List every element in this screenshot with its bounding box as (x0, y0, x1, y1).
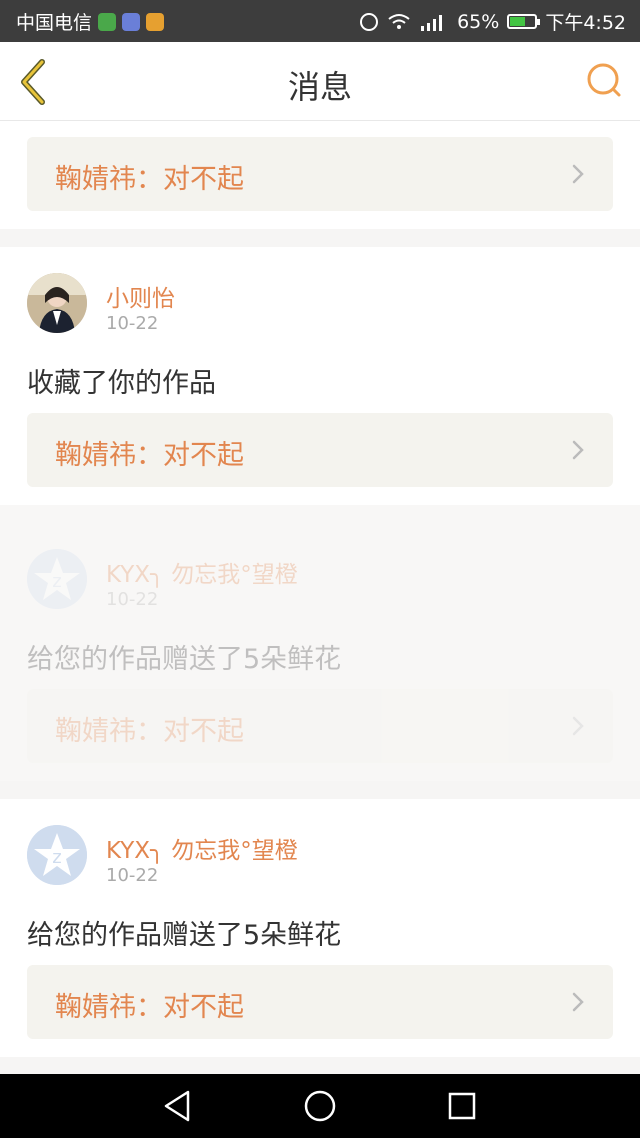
svg-text:z: z (52, 571, 61, 592)
carrier-label: 中国电信 (16, 12, 93, 34)
reply-text: 鞠婧祎：对不起 (55, 164, 244, 195)
qzone-avatar-icon: z (27, 549, 87, 609)
message-date: 10-22 (106, 589, 159, 610)
circle-home-icon[interactable] (300, 1086, 340, 1126)
status-left: 中国电信 (16, 8, 165, 35)
reply-preview[interactable]: 鞠婧祎：对不起 (27, 137, 613, 211)
page-title: 消息 (287, 68, 352, 106)
avatar[interactable]: z (27, 549, 87, 609)
reply-text: 鞠婧祎：对不起 (55, 716, 244, 747)
action-text: 收藏了你的作品 (27, 368, 216, 399)
qzone-avatar-icon: z (27, 825, 87, 885)
status-bar: 中国电信 65% 下午4:52 (0, 0, 640, 42)
call-icon (360, 12, 379, 31)
status-right: 65% 下午4:52 (359, 8, 626, 35)
message-date: 10-22 (106, 865, 159, 886)
reply-text: 鞠婧祎：对不起 (55, 440, 244, 471)
username[interactable]: KYX╮ 勿忘我°望橙 (106, 555, 298, 589)
chevron-right-icon (572, 164, 584, 184)
reply-text: 鞠婧祎：对不起 (55, 992, 244, 1023)
message-card: z KYX╮ 勿忘我°望橙 10-22 给您的作品赠送了5朵鲜花 鞠婧祎：对不起 (0, 505, 640, 781)
clock: 下午4:52 (545, 12, 626, 34)
message-feed: 鞠婧祎：对不起 小则怡 10-22 收藏了你的作品 鞠婧祎：对不起 z KYX╮… (0, 121, 640, 1057)
message-date: 10-22 (106, 313, 159, 334)
username[interactable]: 小则怡 (106, 279, 175, 313)
battery-icon (507, 14, 541, 29)
avatar[interactable] (27, 273, 87, 333)
reply-preview[interactable]: 鞠婧祎：对不起 (27, 965, 613, 1039)
message-card: 鞠婧祎：对不起 (0, 121, 640, 229)
system-nav-bar (0, 1074, 640, 1138)
triangle-back-icon[interactable] (158, 1086, 198, 1126)
message-card: z KYX╮ 勿忘我°望橙 10-22 给您的作品赠送了5朵鲜花 鞠婧祎：对不起 (0, 799, 640, 1057)
app-header: 消息 (0, 42, 640, 121)
wifi-icon (388, 13, 410, 29)
music-notification-icon (122, 12, 141, 31)
search-icon[interactable] (584, 60, 624, 100)
reply-preview[interactable]: 鞠婧祎：对不起 (27, 689, 613, 763)
action-text: 给您的作品赠送了5朵鲜花 (27, 920, 342, 951)
chevron-right-icon (572, 716, 584, 736)
square-recent-icon[interactable] (442, 1086, 482, 1126)
battery-fill (510, 17, 526, 26)
app-notification-icon (98, 12, 117, 31)
username[interactable]: KYX╮ 勿忘我°望橙 (106, 831, 298, 865)
action-text: 给您的作品赠送了5朵鲜花 (27, 644, 342, 675)
card-content: z KYX╮ 勿忘我°望橙 10-22 给您的作品赠送了5朵鲜花 鞠婧祎：对不起 (0, 505, 640, 781)
message-card: 小则怡 10-22 收藏了你的作品 鞠婧祎：对不起 (0, 247, 640, 505)
avatar[interactable]: z (27, 825, 87, 885)
chevron-right-icon (572, 992, 584, 1012)
chevron-right-icon (572, 440, 584, 460)
battery-percent: 65% (457, 10, 500, 33)
svg-text:z: z (52, 847, 61, 868)
weibo-notification-icon (146, 12, 165, 31)
user-photo-icon (27, 273, 87, 333)
reply-preview[interactable]: 鞠婧祎：对不起 (27, 413, 613, 487)
signal-icon (421, 14, 443, 31)
